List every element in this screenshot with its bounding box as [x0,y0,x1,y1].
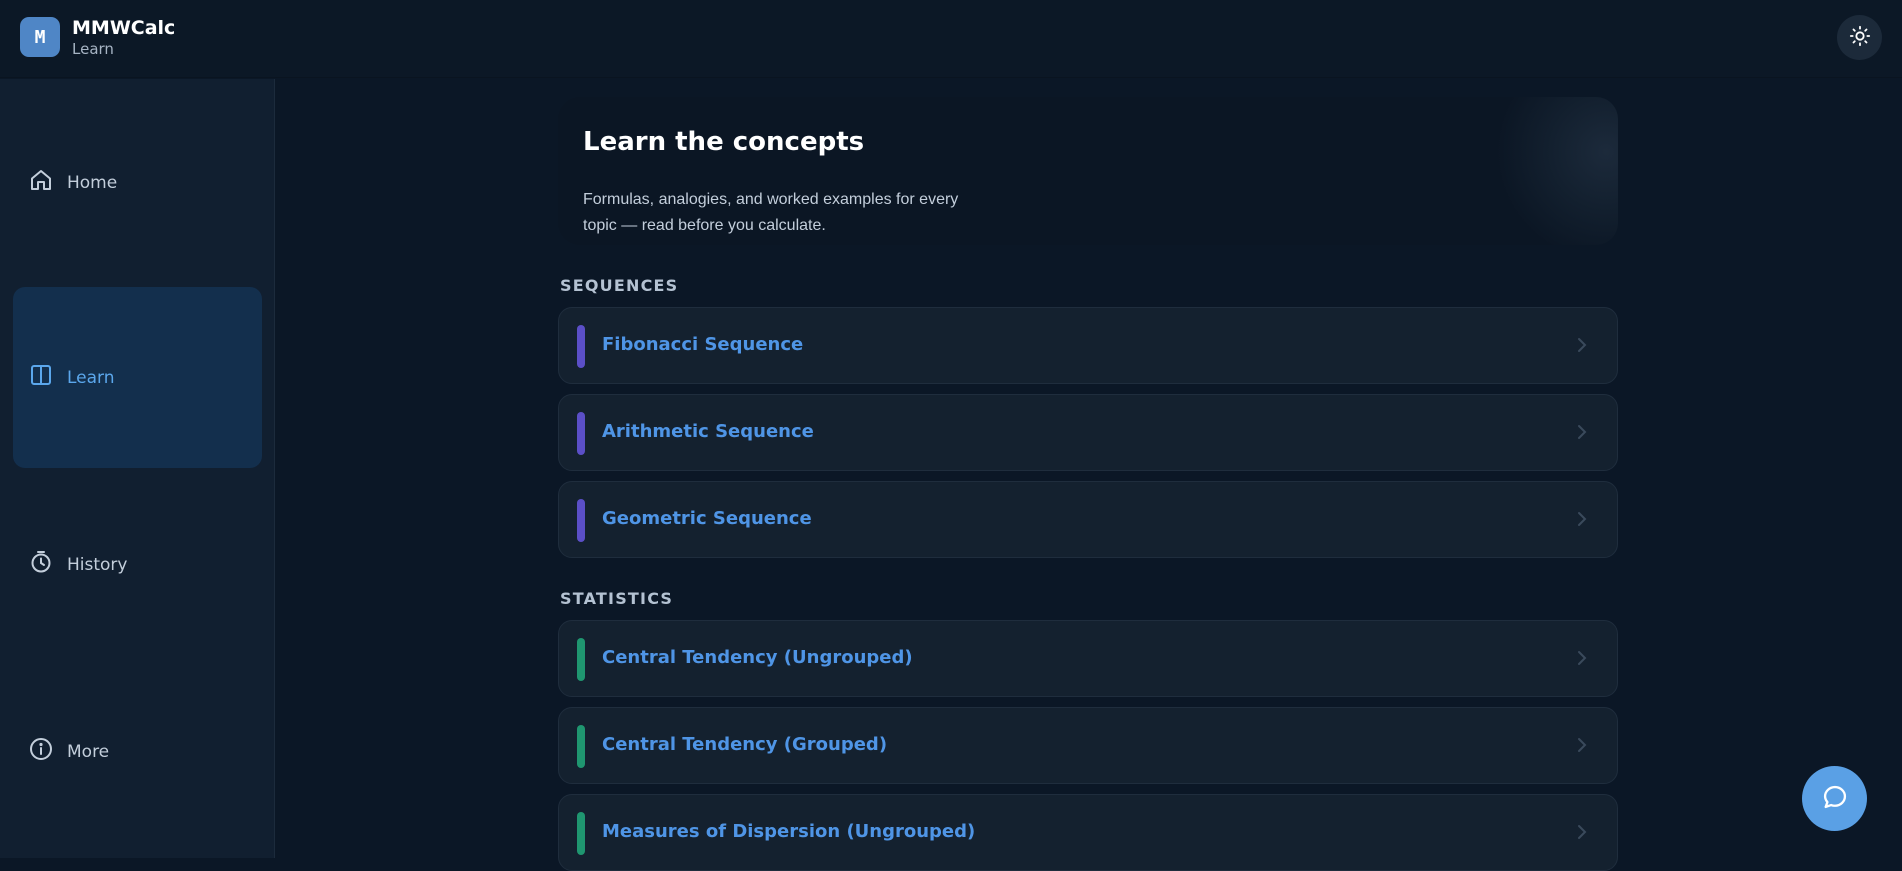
accent-bar [577,325,585,368]
page-description: Formulas, analogies, and worked examples… [583,187,1003,239]
chat-bubble-icon [1821,783,1849,815]
topic-card-arithmetic[interactable]: Arithmetic Sequence [558,394,1618,471]
page-description-line: Formulas, analogies, and worked examples… [583,191,959,208]
sun-icon [1849,25,1871,51]
topic-title: Measures of Dispersion (Ungrouped) [602,821,976,842]
stopwatch-icon [29,550,67,579]
topic-title: Fibonacci Sequence [602,334,804,355]
chevron-right-icon [1575,823,1589,845]
sidebar-item-history[interactable]: History [13,474,262,655]
top-bar: M MMWCalc Learn [0,0,1902,78]
chevron-right-icon [1575,510,1589,532]
topic-card-central-tendency-ungrouped[interactable]: Central Tendency (Ungrouped) [558,620,1618,697]
sidebar-item-label: Home [67,172,118,193]
theme-toggle-button[interactable] [1837,15,1882,60]
chevron-right-icon [1575,423,1589,445]
topic-card-dispersion-ungrouped[interactable]: Measures of Dispersion (Ungrouped) [558,794,1618,871]
main-content: Learn the concepts Formulas, analogies, … [276,79,1902,871]
sidebar-item-label: More [67,741,110,762]
sidebar-item-more[interactable]: More [13,661,262,842]
topic-card-geometric[interactable]: Geometric Sequence [558,481,1618,558]
topic-title: Central Tendency (Ungrouped) [602,647,913,668]
section-label-statistics: STATISTICS [560,589,674,608]
sidebar-item-label: History [67,554,128,575]
section-label-sequences: SEQUENCES [560,276,679,295]
app-subtitle: Learn [72,40,114,58]
chevron-right-icon [1575,649,1589,671]
sidebar-item-label: Learn [67,367,115,388]
sidebar-item-home[interactable]: Home [13,92,262,273]
accent-bar [577,499,585,542]
app-title: MMWCalc [72,17,176,39]
topic-card-central-tendency-grouped[interactable]: Central Tendency (Grouped) [558,707,1618,784]
page-title: Learn the concepts [583,127,865,157]
sidebar: Home Learn History More [0,79,275,858]
accent-bar [577,812,585,855]
topic-title: Arithmetic Sequence [602,421,814,442]
sidebar-item-learn[interactable]: Learn [13,287,262,468]
accent-bar [577,725,585,768]
book-icon [29,363,67,392]
chevron-right-icon [1575,336,1589,358]
hero-card: Learn the concepts Formulas, analogies, … [558,97,1618,245]
topic-card-fibonacci[interactable]: Fibonacci Sequence [558,307,1618,384]
chat-button[interactable] [1802,766,1867,831]
info-icon [29,737,67,766]
page-description-line: topic — read before you calculate. [583,217,826,234]
home-icon [29,168,67,197]
accent-bar [577,412,585,455]
topic-title: Central Tendency (Grouped) [602,734,888,755]
app-logo: M [20,17,60,57]
topic-title: Geometric Sequence [602,508,812,529]
chevron-right-icon [1575,736,1589,758]
accent-bar [577,638,585,681]
